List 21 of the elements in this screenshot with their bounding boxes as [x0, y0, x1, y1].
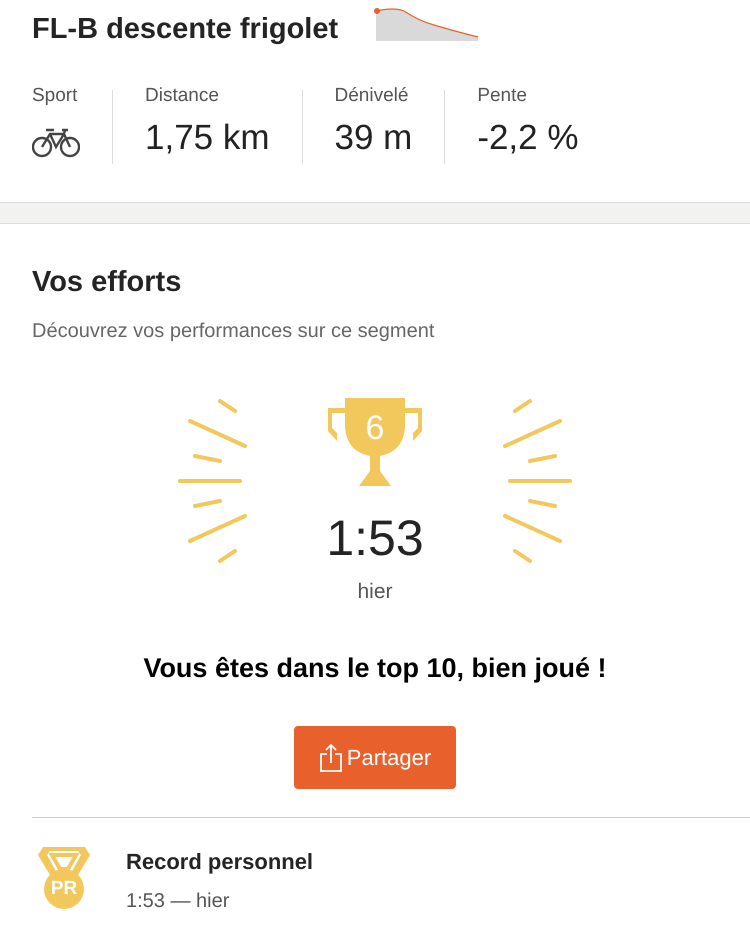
stat-label: Dénivelé: [334, 84, 410, 108]
share-icon: [318, 742, 343, 772]
share-button[interactable]: Partager: [294, 726, 456, 789]
segment-title: FL-B descente frigolet: [32, 12, 338, 47]
stat-label: Sport: [32, 84, 78, 108]
medal-icon: [38, 845, 90, 909]
effort-time: 1:53: [326, 509, 424, 568]
medal-label: PR: [50, 877, 78, 901]
stat-label: Distance: [145, 84, 220, 108]
stat-value: -2,2 %: [477, 117, 578, 159]
record-detail: 1:53 — hier: [126, 889, 230, 914]
bicycle-icon: [32, 126, 80, 158]
record-title: Record personnel: [126, 848, 314, 876]
section-subtitle: Découvrez vos performances sur ce segment: [32, 319, 436, 344]
section-title: Vos efforts: [32, 264, 182, 300]
trophy-rank: 6: [364, 408, 386, 448]
stat-label: Pente: [477, 84, 528, 108]
effort-date: hier: [356, 579, 394, 605]
stat-value: 39 m: [334, 117, 412, 159]
stat-value: 1,75 km: [145, 117, 270, 159]
top-message: Vous êtes dans le top 10, bien joué !: [142, 652, 608, 685]
